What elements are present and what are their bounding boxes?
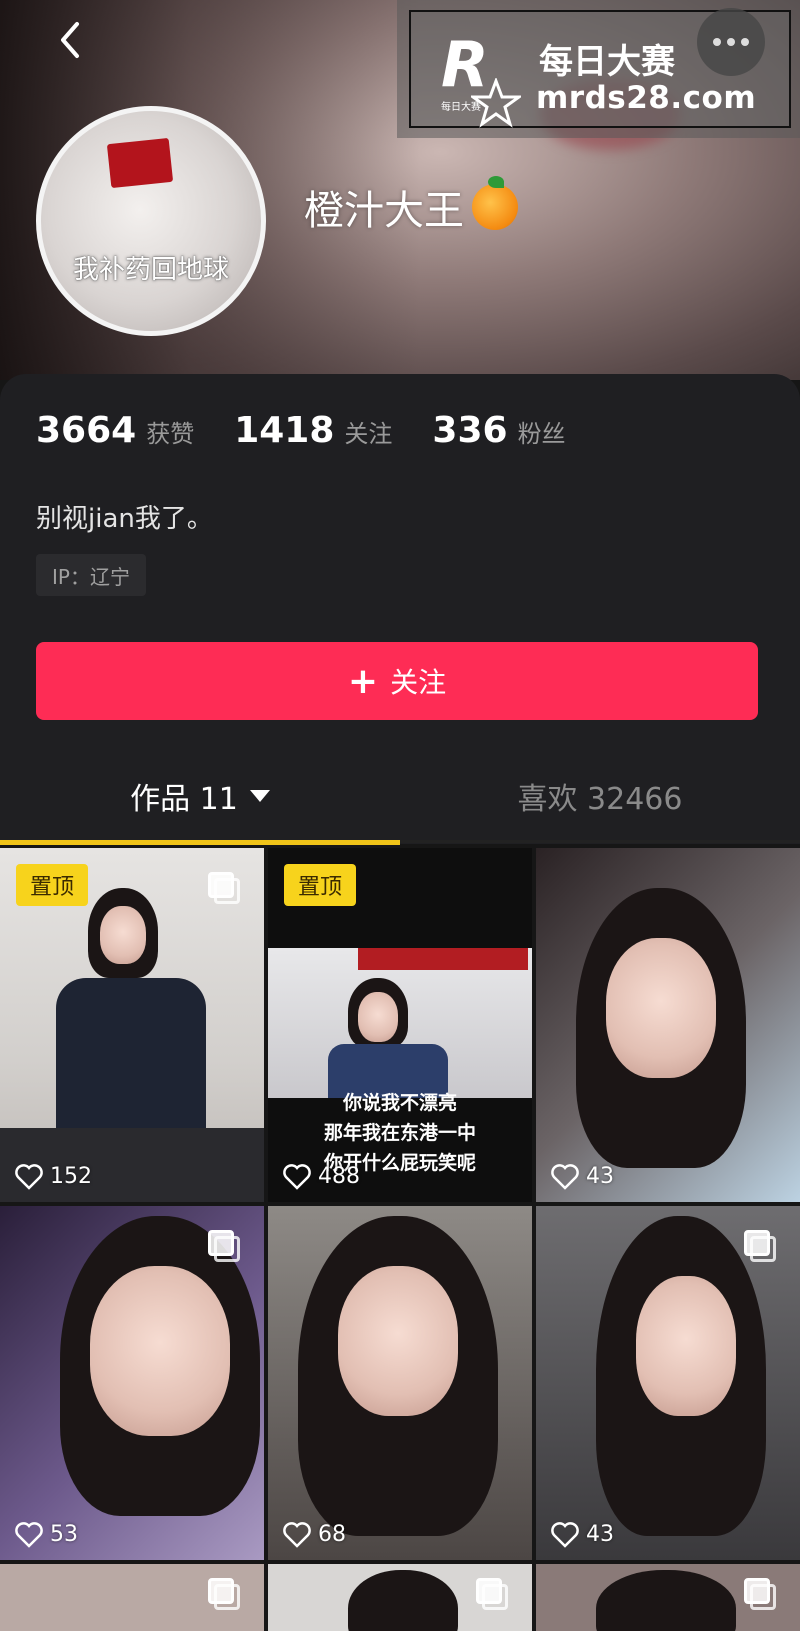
stat-likes[interactable]: 3664 获赞 [36, 410, 194, 451]
tile-figure [596, 1570, 736, 1631]
video-tile[interactable] [0, 1564, 264, 1631]
tile-likes-count: 488 [318, 1163, 360, 1189]
tab-active-indicator [0, 840, 400, 845]
tile-likes: 488 [282, 1162, 360, 1190]
tile-photo [268, 948, 532, 1098]
watermark-url: mrds28.com [536, 80, 757, 116]
stat-label: 关注 [344, 420, 393, 448]
star-icon [471, 78, 521, 128]
tile-likes-count: 152 [50, 1163, 92, 1189]
stat-value: 1418 [234, 410, 335, 451]
follow-label: 关注 [390, 666, 447, 699]
caption-line: 那年我在东港一中 [323, 1122, 476, 1144]
tab-works-label: 作品 11 [130, 782, 238, 817]
tab-likes[interactable]: 喜欢 32466 [400, 766, 800, 826]
tile-figure [90, 1266, 230, 1436]
follow-button[interactable]: + 关注 [36, 642, 758, 720]
username-text: 橙汁大王 [304, 188, 464, 234]
caption-line: 你说我不漂亮 [342, 1092, 457, 1114]
video-tile[interactable]: 置顶 你说我不漂亮 那年我在东港一中 你开什么屁玩笑呢 488 [268, 848, 532, 1202]
watermark-logo: R 每日大赛 [441, 30, 521, 130]
multi-image-icon [208, 1578, 242, 1612]
multi-image-icon [744, 1578, 778, 1612]
video-tile[interactable]: 43 [536, 1206, 800, 1560]
more-button[interactable] [697, 8, 765, 76]
heart-icon [283, 1522, 311, 1548]
stat-following[interactable]: 1418 关注 [234, 410, 392, 451]
tile-likes: 68 [282, 1520, 346, 1548]
more-icon-dot [741, 38, 749, 46]
orange-icon [472, 176, 518, 230]
multi-image-icon [744, 1230, 778, 1264]
tab-divider [400, 840, 800, 843]
caret-down-icon [249, 790, 270, 802]
heart-icon [551, 1164, 579, 1190]
avatar-detail [106, 137, 174, 189]
tile-likes: 53 [14, 1520, 78, 1548]
stat-value: 336 [432, 410, 508, 451]
bio-text: 别视jian我了。 [36, 504, 213, 534]
stat-label: 粉丝 [517, 420, 566, 448]
pinned-badge: 置顶 [16, 864, 88, 906]
ip-location-badge: IP：辽宁 [36, 554, 146, 596]
tab-works[interactable]: 作品 11 [0, 766, 400, 826]
video-tile[interactable]: 置顶 152 [0, 848, 264, 1202]
multi-image-icon [208, 1230, 242, 1264]
tile-figure [636, 1276, 736, 1416]
video-tile[interactable] [536, 1564, 800, 1631]
watermark-title: 每日大赛 [539, 42, 675, 82]
video-grid: 置顶 152 置顶 你说我不漂亮 那年我在东港一中 你开什么屁玩笑呢 488 4… [0, 848, 800, 1631]
tile-likes: 43 [550, 1520, 614, 1548]
chevron-left-icon [61, 22, 79, 58]
more-icon-dot [727, 38, 735, 46]
heart-icon [15, 1522, 43, 1548]
video-tile[interactable] [268, 1564, 532, 1631]
heart-icon [283, 1164, 311, 1190]
plus-icon: + [347, 660, 379, 702]
tab-likes-label: 喜欢 32466 [517, 782, 683, 817]
stat-label: 获赞 [146, 420, 195, 448]
tile-likes-count: 43 [586, 1163, 614, 1189]
heart-icon [15, 1164, 43, 1190]
tile-likes: 43 [550, 1162, 614, 1190]
avatar-caption: 我补药回地球 [72, 255, 229, 285]
tile-figure [338, 1266, 458, 1416]
tile-likes: 152 [14, 1162, 92, 1190]
stat-followers[interactable]: 336 粉丝 [432, 410, 565, 451]
video-tile[interactable]: 53 [0, 1206, 264, 1560]
video-tile[interactable]: 68 [268, 1206, 532, 1560]
more-icon-dot [713, 38, 721, 46]
multi-image-icon [476, 1578, 510, 1612]
username: 橙汁大王 [304, 176, 518, 236]
tile-likes-count: 53 [50, 1521, 78, 1547]
tile-likes-count: 43 [586, 1521, 614, 1547]
tile-figure [100, 906, 146, 964]
back-button[interactable] [48, 18, 92, 62]
avatar[interactable]: 我补药回地球 [36, 106, 266, 336]
pinned-badge: 置顶 [284, 864, 356, 906]
video-tile[interactable]: 43 [536, 848, 800, 1202]
tile-figure [348, 1570, 458, 1631]
stats-row: 3664 获赞 1418 关注 336 粉丝 [36, 410, 606, 451]
multi-image-icon [208, 872, 242, 906]
heart-icon [551, 1522, 579, 1548]
tile-figure [606, 938, 716, 1078]
tile-likes-count: 68 [318, 1521, 346, 1547]
stat-value: 3664 [36, 410, 137, 451]
profile-panel: 3664 获赞 1418 关注 336 粉丝 别视jian我了。 IP：辽宁 +… [0, 374, 800, 845]
content-tabs: 作品 11 喜欢 32466 [0, 752, 800, 844]
